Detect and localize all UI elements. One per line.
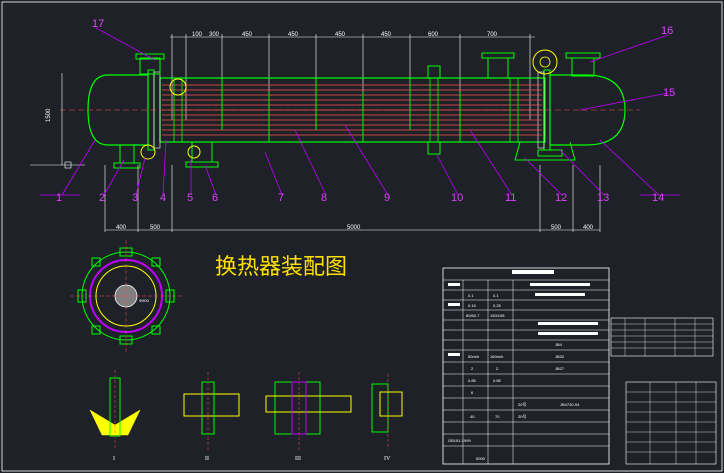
detail-label-ii: II: [205, 456, 209, 462]
detail-label-iv: IV: [384, 456, 391, 462]
dim-top-3: 450: [288, 32, 299, 38]
part-number-8: 8: [321, 192, 327, 204]
tech-spec-1: JB32: [555, 354, 565, 359]
dim-bottom-2: 5000: [347, 225, 361, 231]
shell-diameter-label: Φ800: [139, 298, 150, 303]
tech-spec-0: JB4: [555, 342, 563, 347]
part-number-11: 11: [505, 192, 516, 204]
tech-spec-2: JB27: [555, 366, 565, 371]
cross-section-view: Φ800: [70, 240, 182, 352]
part-number-2: 2: [99, 192, 105, 204]
parts-row-0: 20号: [518, 401, 526, 407]
detail-view-iv: IV: [371, 374, 403, 462]
tech-col2-8: 70: [495, 414, 500, 419]
detail-label-iii: III: [295, 456, 301, 462]
detail-view-i: I: [89, 370, 141, 462]
dim-top-7: 700: [487, 32, 498, 38]
tech-col1-2: 80/60.7: [466, 313, 480, 318]
dim-top-4: 450: [335, 32, 346, 38]
parts-row-1: 20号: [518, 413, 526, 419]
tech-col2-0: 0.1: [493, 293, 499, 298]
part-number-17: 17: [92, 18, 104, 30]
dim-top-1: 300: [209, 32, 220, 38]
detail-view-ii: II: [183, 372, 240, 462]
tech-col2-2: 150/108: [490, 313, 505, 318]
dim-bottom-4: 400: [583, 225, 594, 231]
part-number-4: 4: [160, 192, 166, 204]
main-assembly-view: 100 300 450 450 450 450 600 700 1500 400…: [30, 18, 680, 232]
tech-col2-5: 2: [496, 366, 499, 371]
part-number-9: 9: [384, 192, 390, 204]
tech-col1-4: 50m/h: [468, 354, 479, 359]
dim-height: 1500: [46, 108, 52, 122]
tech-bottom-ref: GB151-1999: [448, 438, 471, 443]
detail-circle-ii: [169, 78, 187, 96]
part-number-13: 13: [597, 192, 609, 204]
parts-row-2: JB4730-94: [560, 402, 580, 407]
part-number-16: 16: [661, 25, 673, 37]
tech-col1-5: 2: [471, 366, 474, 371]
detail-view-iii: III: [265, 372, 352, 462]
detail-label-i: I: [113, 456, 115, 462]
technical-data-table: 0.1 0.15 80/60.7 50m/h 2 0.85 6 40 0.1 0…: [442, 267, 610, 465]
drawing-title: 换热器装配图: [215, 255, 347, 280]
tech-col1-7: 6: [471, 390, 474, 395]
tech-col1-0: 0.1: [468, 293, 474, 298]
dim-top-6: 600: [428, 32, 439, 38]
part-number-6: 6: [212, 192, 218, 204]
dim-top-0: 100: [192, 32, 203, 38]
part-number-7: 7: [278, 192, 284, 204]
part-number-14: 14: [652, 192, 664, 204]
tech-col2-4: 160m/h: [490, 354, 503, 359]
part-number-3: 3: [132, 192, 138, 204]
nozzle-table: [610, 317, 714, 357]
part-number-10: 10: [451, 192, 463, 204]
dim-top-2: 450: [242, 32, 253, 38]
tech-col2-6: 0.85: [493, 378, 502, 383]
part-number-5: 5: [187, 192, 193, 204]
drawing-sheet: 100 300 450 450 450 450 600 700 1500 400…: [1, 1, 723, 472]
part-number-1: 1: [56, 192, 62, 204]
tech-col1-6: 0.85: [468, 378, 477, 383]
part-number-12: 12: [555, 192, 567, 204]
dim-bottom-1: 500: [150, 225, 161, 231]
dim-bottom-3: 500: [551, 225, 562, 231]
dim-bottom-0: 400: [116, 225, 127, 231]
dim-top-5: 450: [381, 32, 392, 38]
tech-col1-1: 0.15: [468, 303, 477, 308]
nozzles: [113, 52, 601, 169]
tech-stamp: 5000: [476, 456, 486, 461]
tech-col1-8: 40: [470, 414, 475, 419]
title-block: [625, 381, 717, 465]
tech-col2-1: 0.25: [493, 303, 502, 308]
part-number-15: 15: [663, 87, 675, 99]
